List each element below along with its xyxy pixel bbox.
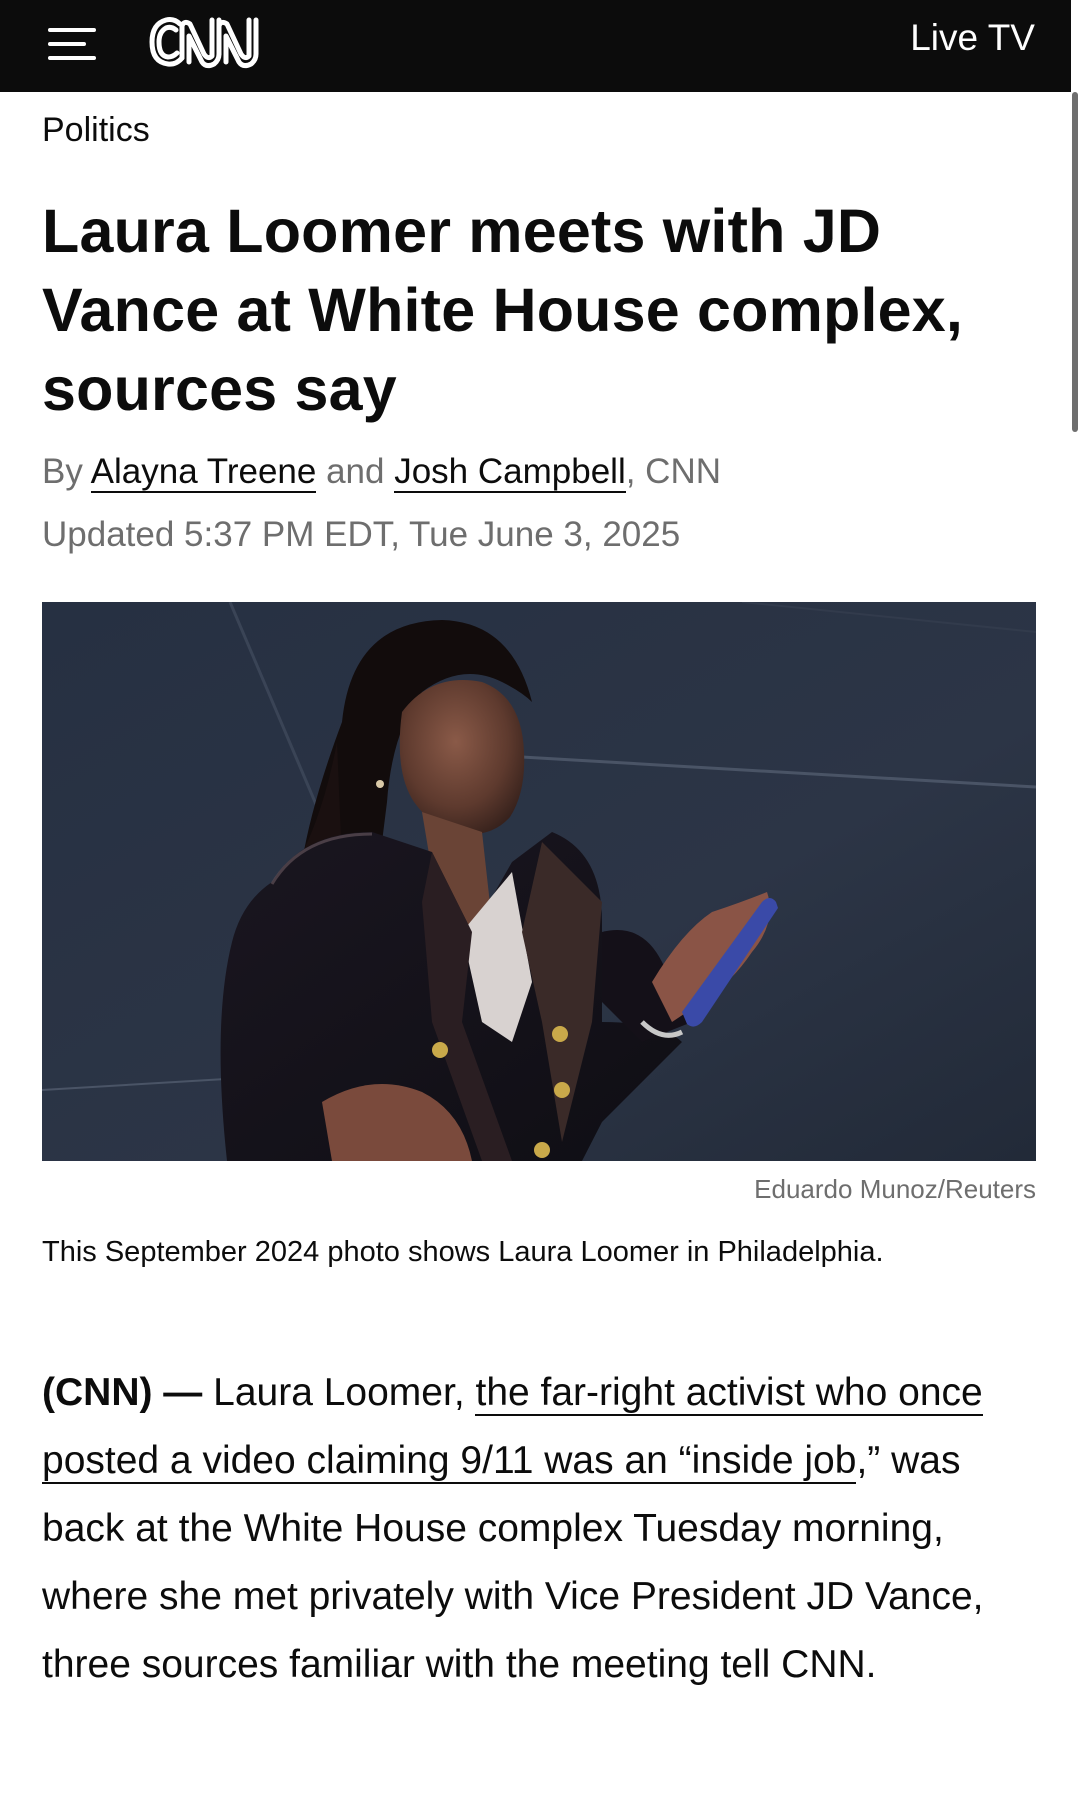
live-tv-link[interactable]: Live TV: [910, 16, 1035, 60]
updated-timestamp: Updated 5:37 PM EDT, Tue June 3, 2025: [42, 515, 681, 554]
byline-suffix: , CNN: [625, 452, 721, 491]
article-photo[interactable]: [42, 602, 1036, 1161]
hamburger-menu-icon[interactable]: [48, 24, 96, 60]
cnn-logo[interactable]: [146, 10, 270, 70]
article-headline: Laura Loomer meets with JD Vance at Whit…: [42, 197, 964, 423]
author-link-alayna-treene[interactable]: Alayna Treene: [90, 452, 317, 493]
article-body-paragraph: (CNN) — Laura Loomer, the far-right acti…: [42, 1359, 1032, 1699]
body-text-before-link: Laura Loomer,: [202, 1371, 476, 1414]
section-label-politics[interactable]: Politics: [42, 108, 150, 152]
article-dateline: (CNN) —: [42, 1371, 203, 1414]
scrollbar-thumb[interactable]: [1072, 92, 1078, 432]
top-navigation-bar: Live TV: [0, 0, 1071, 92]
byline-joiner: and: [316, 452, 395, 491]
photo-caption: This September 2024 photo shows Laura Lo…: [42, 1236, 884, 1268]
author-link-josh-campbell[interactable]: Josh Campbell: [394, 452, 626, 493]
byline-prefix: By: [42, 452, 91, 491]
byline: By Alayna Treene and Josh Campbell, CNN: [42, 448, 721, 496]
page-scrollbar[interactable]: [1071, 0, 1079, 1794]
photo-credit: Eduardo Munoz/Reuters: [754, 1174, 1036, 1204]
